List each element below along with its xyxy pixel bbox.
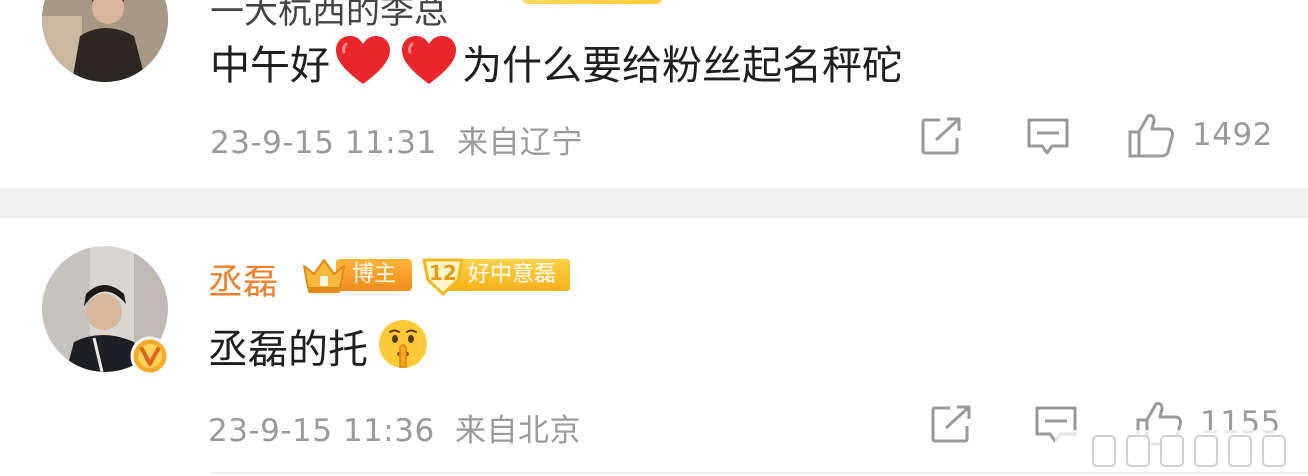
verified-badge [130, 336, 170, 376]
comment-1-text: 中午好 [210, 43, 330, 89]
username-comment-2[interactable]: 丞磊 [208, 254, 278, 305]
share-button[interactable] [920, 116, 964, 156]
heart-icon [400, 34, 458, 90]
comment-1-text-row: 中午好 为什么要给粉丝起名秤砣 [210, 34, 902, 90]
comment-2-text: 丞磊的托 [208, 327, 368, 373]
verified-v-icon [130, 336, 170, 376]
blogger-badge[interactable]: 博主 [300, 256, 412, 294]
badge-comment-1 [522, 0, 662, 4]
comment-2-text-row: 丞磊的托 [208, 318, 430, 374]
fan-badge-level: 12 [429, 261, 457, 285]
comment-icon [1027, 118, 1069, 155]
comment-1-timestamp: 23-9-15 11:31 来自辽宁 [210, 117, 583, 162]
comment-1-location: 来自辽宁 [457, 125, 584, 161]
comment-2-timestamp: 23-9-15 11:36 来自北京 [208, 405, 581, 450]
like-button[interactable]: 1492 [1128, 112, 1273, 158]
comment-1-text-rest: 为什么要给粉丝起名秤砣 [462, 43, 902, 89]
comment-button[interactable] [1026, 116, 1070, 158]
shush-emoji-icon [376, 317, 430, 375]
heart-icon [334, 34, 392, 90]
crown-icon [303, 259, 345, 293]
like-count: 1492 [1192, 117, 1273, 153]
comment-divider [0, 188, 1308, 218]
username-comment-1[interactable]: 一大杭西的李总 [210, 0, 448, 33]
share-icon [931, 405, 971, 443]
like-icon [1128, 114, 1174, 158]
comment-1-time: 23-9-15 11:31 [210, 125, 437, 161]
share-icon [921, 117, 961, 155]
comment-2-time: 23-9-15 11:36 [208, 413, 435, 449]
bottom-separator [210, 472, 1308, 474]
watermark [1055, 422, 1305, 472]
fan-badge[interactable]: 好中意磊 12 [420, 254, 572, 296]
avatar-comment-1[interactable] [42, 0, 168, 82]
share-button[interactable] [930, 404, 974, 444]
comment-2-location: 来自北京 [455, 413, 582, 449]
